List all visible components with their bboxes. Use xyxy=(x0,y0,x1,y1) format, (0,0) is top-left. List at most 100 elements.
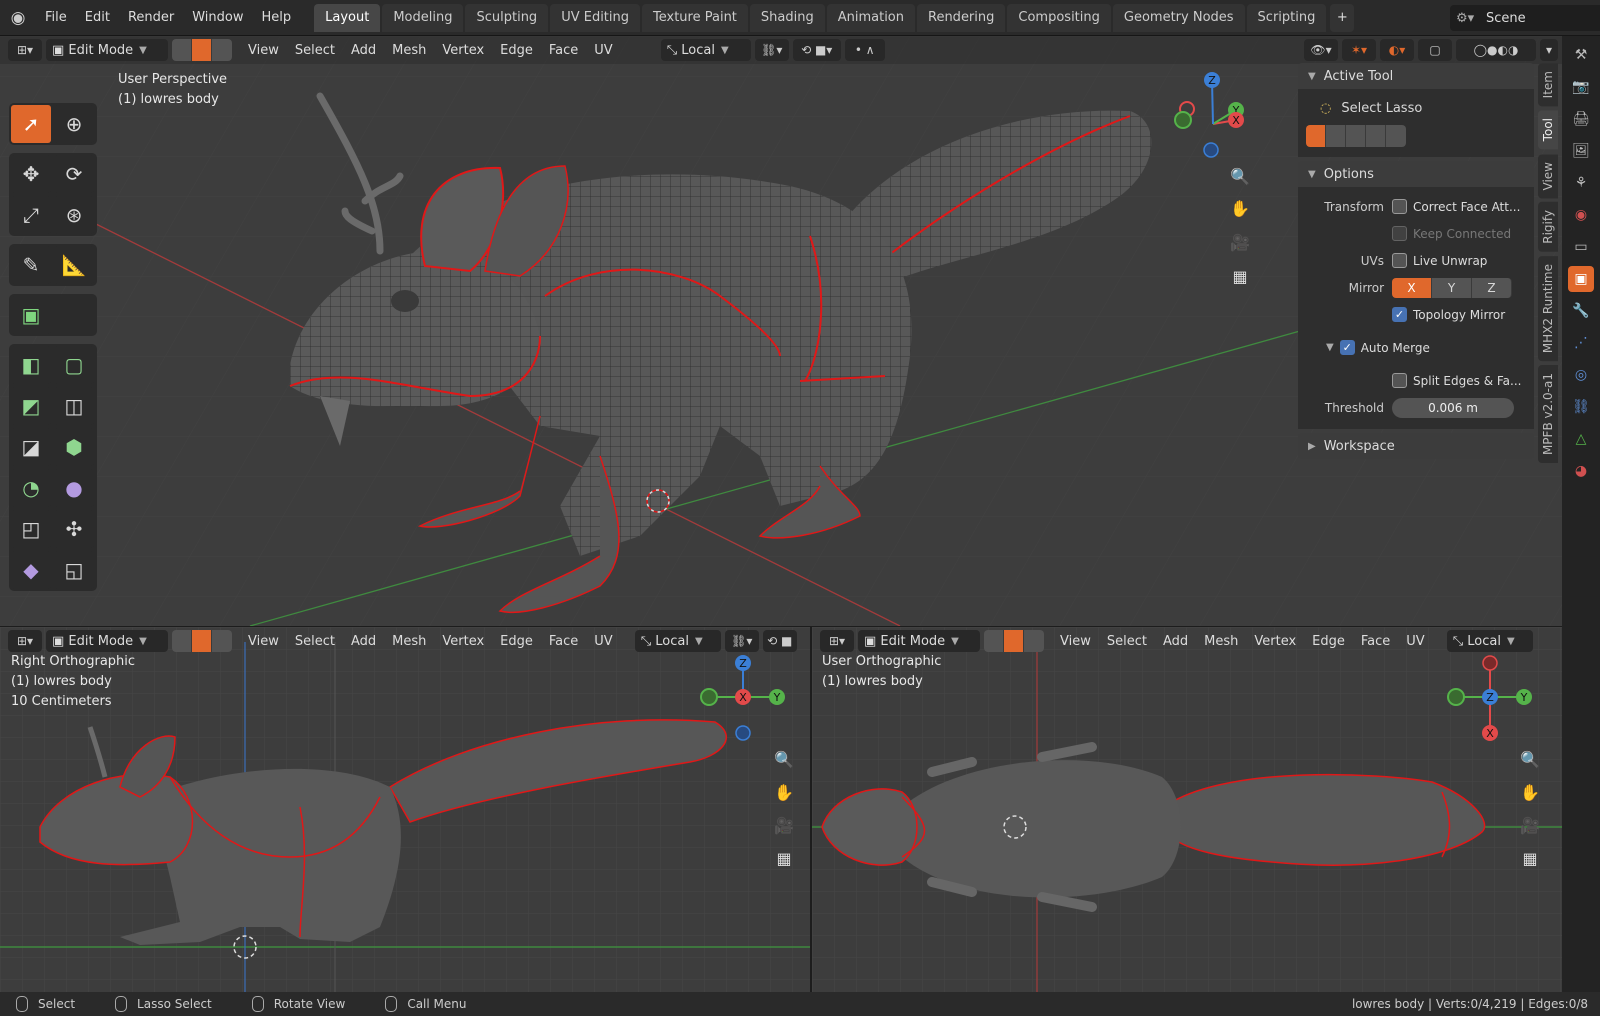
mirror-z-button[interactable]: Z xyxy=(1472,277,1512,298)
loop-cut-tool-icon[interactable]: ◫ xyxy=(54,387,94,425)
scene-selector[interactable]: ⚙▾ Scene xyxy=(1450,5,1600,31)
topology-mirror-checkbox[interactable]: ✓ xyxy=(1392,307,1407,322)
menu-view[interactable]: View xyxy=(240,43,287,58)
menu-add[interactable]: Add xyxy=(1155,634,1196,649)
menu-vertex[interactable]: Vertex xyxy=(434,43,492,58)
mirror-axis-toggle[interactable]: X Y Z xyxy=(1392,277,1512,298)
ortho-grid-icon[interactable]: ▦ xyxy=(1516,844,1544,872)
editor-type-button[interactable]: ⊞▾ xyxy=(8,630,42,652)
subtract-selection-icon[interactable] xyxy=(1346,124,1366,147)
tab-compositing[interactable]: Compositing xyxy=(1007,3,1111,32)
menu-select[interactable]: Select xyxy=(1099,634,1155,649)
threshold-field[interactable]: 0.006 m xyxy=(1392,397,1514,418)
select-lasso-tool-icon[interactable]: ➚ xyxy=(11,105,51,143)
tab-item[interactable]: Item xyxy=(1538,63,1558,107)
menu-face[interactable]: Face xyxy=(1353,634,1398,649)
shading-options-button[interactable]: ▾ xyxy=(1540,39,1558,61)
mode-select[interactable]: ▣ Edit Mode ▼ xyxy=(46,39,168,61)
view-layer-icon[interactable]: 🖼 xyxy=(1568,138,1594,164)
gizmo-button[interactable]: ✶▾ xyxy=(1342,39,1376,61)
edge-select-icon[interactable] xyxy=(1004,630,1024,652)
scene-properties-icon[interactable]: ⚘ xyxy=(1568,170,1594,196)
pan-hand-icon[interactable]: ✋ xyxy=(1516,778,1544,806)
menu-face[interactable]: Face xyxy=(541,634,586,649)
poly-build-tool-icon[interactable]: ⬢ xyxy=(54,428,94,466)
physics-properties-icon[interactable]: ◎ xyxy=(1568,362,1594,388)
top-ortho-viewport[interactable]: ⊞▾ ▣ Edit Mode ▼ View Select Add Mesh Ve… xyxy=(812,627,1562,992)
editor-type-button[interactable]: ⊞▾ xyxy=(820,630,854,652)
invert-selection-icon[interactable] xyxy=(1366,124,1386,147)
mode-select[interactable]: ▣ Edit Mode ▼ xyxy=(858,630,980,652)
menu-render[interactable]: Render xyxy=(119,0,183,36)
menu-uv[interactable]: UV xyxy=(1398,634,1432,649)
tab-shading[interactable]: Shading xyxy=(749,3,825,32)
shrink-fatten-tool-icon[interactable]: ✣ xyxy=(54,510,94,548)
extrude-tool-icon[interactable]: ◧ xyxy=(11,346,51,384)
edge-slide-tool-icon[interactable]: ◰ xyxy=(11,510,51,548)
rotate-tool-icon[interactable]: ⟳ xyxy=(54,155,94,193)
overlay-button[interactable]: ◐▾ xyxy=(1380,39,1414,61)
tab-animation[interactable]: Animation xyxy=(826,3,915,32)
workspace-header[interactable]: ▶ Workspace xyxy=(1298,433,1534,459)
cursor-tool-icon[interactable]: ⊕ xyxy=(54,105,94,143)
menu-mesh[interactable]: Mesh xyxy=(1196,634,1246,649)
edge-select-icon[interactable] xyxy=(192,39,212,61)
menu-view[interactable]: View xyxy=(1052,634,1099,649)
bevel-tool-icon[interactable]: ◩ xyxy=(11,387,51,425)
options-header[interactable]: ▼ Options xyxy=(1298,161,1534,187)
pivot-point-button[interactable]: ⛓▾ xyxy=(724,630,759,652)
snap-button[interactable]: ⟲ ■▾ xyxy=(792,39,841,61)
add-workspace-button[interactable]: + xyxy=(1330,3,1355,32)
right-ortho-viewport[interactable]: ⊞▾ ▣ Edit Mode ▼ View Select Add Mesh Ve… xyxy=(0,627,810,992)
pivot-point-button[interactable]: ⛓▾ xyxy=(754,39,789,61)
menu-edge[interactable]: Edge xyxy=(492,43,541,58)
mirror-y-button[interactable]: Y xyxy=(1432,277,1472,298)
intersect-selection-icon[interactable] xyxy=(1386,124,1406,147)
menu-select[interactable]: Select xyxy=(287,43,343,58)
camera-icon[interactable]: 🎥 xyxy=(1516,811,1544,839)
tab-rigify[interactable]: Rigify xyxy=(1538,202,1558,252)
tab-tool[interactable]: Tool xyxy=(1538,110,1558,150)
tab-texture-paint[interactable]: Texture Paint xyxy=(642,3,748,32)
menu-edit[interactable]: Edit xyxy=(76,0,119,36)
proportional-editing-button[interactable]: • ∧ xyxy=(844,39,885,61)
tab-rendering[interactable]: Rendering xyxy=(917,3,1006,32)
transform-orientation-select[interactable]: ⤡ Local ▼ xyxy=(1446,630,1533,652)
menu-file[interactable]: File xyxy=(36,0,76,36)
xray-button[interactable]: ▢ xyxy=(1418,39,1452,61)
vertex-select-icon[interactable] xyxy=(172,630,192,652)
ortho-grid-icon[interactable]: ▦ xyxy=(770,844,798,872)
annotate-tool-icon[interactable]: ✎ xyxy=(11,246,51,284)
constraints-properties-icon[interactable]: ⛓ xyxy=(1568,394,1594,420)
move-tool-icon[interactable]: ✥ xyxy=(11,155,51,193)
data-properties-icon[interactable]: △ xyxy=(1568,426,1594,452)
scale-tool-icon[interactable]: ⤢ xyxy=(11,196,51,234)
object-properties-icon[interactable]: ▣ xyxy=(1568,266,1594,292)
select-mode-toggle[interactable] xyxy=(172,39,232,61)
particles-properties-icon[interactable]: ⋰ xyxy=(1568,330,1594,356)
transform-orientation-select[interactable]: ⤡ Local ▼ xyxy=(660,39,751,61)
face-select-icon[interactable] xyxy=(1024,630,1044,652)
face-select-icon[interactable] xyxy=(212,39,232,61)
live-unwrap-checkbox[interactable] xyxy=(1392,253,1407,268)
auto-merge-checkbox[interactable]: ✓ xyxy=(1339,340,1355,355)
world-properties-icon[interactable]: ◉ xyxy=(1568,202,1594,228)
shear-tool-icon[interactable]: ◆ xyxy=(11,551,51,589)
modifier-properties-icon[interactable]: 🔧 xyxy=(1568,298,1594,324)
tab-geometry-nodes[interactable]: Geometry Nodes xyxy=(1112,3,1245,32)
spin-tool-icon[interactable]: ◔ xyxy=(11,469,51,507)
tab-uv-editing[interactable]: UV Editing xyxy=(550,3,641,32)
add-cube-tool-icon[interactable]: ▣ xyxy=(11,296,51,334)
inset-tool-icon[interactable]: ▢ xyxy=(54,346,94,384)
face-select-icon[interactable] xyxy=(212,630,232,652)
menu-edge[interactable]: Edge xyxy=(492,634,541,649)
menu-mesh[interactable]: Mesh xyxy=(384,43,434,58)
tab-layout[interactable]: Layout xyxy=(314,3,381,32)
measure-tool-icon[interactable]: 📐 xyxy=(54,246,94,284)
camera-icon[interactable]: 🎥 xyxy=(770,811,798,839)
snap-button[interactable]: ⟲ ■ xyxy=(762,630,797,652)
menu-vertex[interactable]: Vertex xyxy=(434,634,492,649)
correct-face-checkbox[interactable] xyxy=(1392,199,1407,214)
tab-mpfb[interactable]: MPFB v2.0-a1 xyxy=(1538,365,1558,464)
blender-logo-icon[interactable]: ◉ xyxy=(0,0,36,36)
